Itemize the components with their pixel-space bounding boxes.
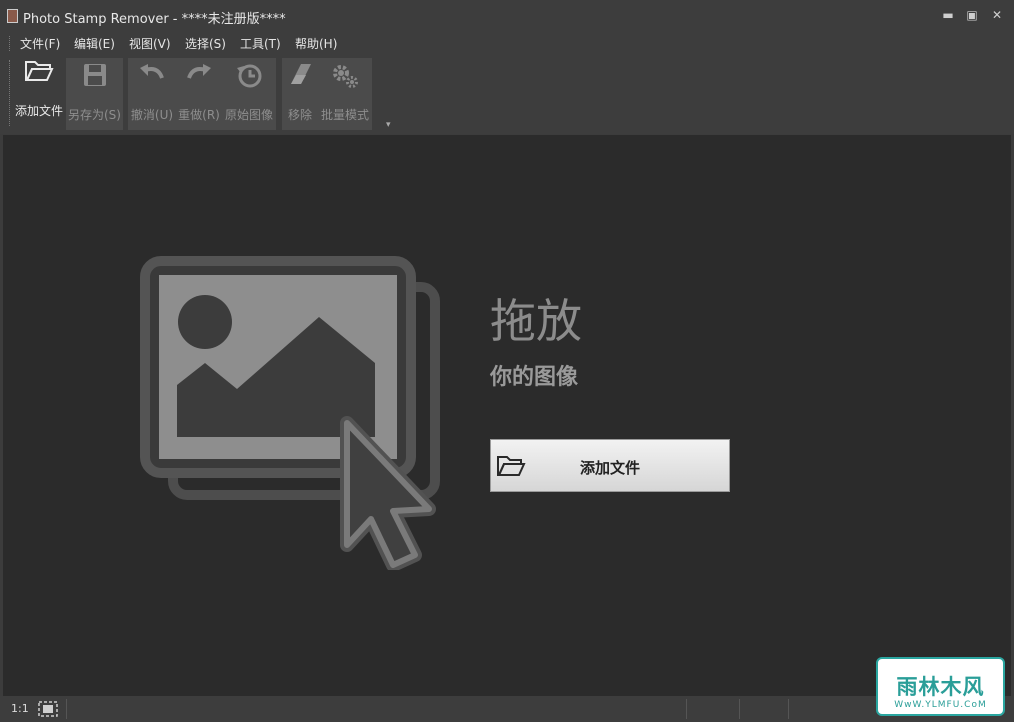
toolbar-group-history: 撤消(U) 重做(R) 原始图像: [128, 58, 276, 130]
toolbar-overflow-button[interactable]: ▾: [386, 120, 391, 130]
title-bar: Photo Stamp Remover - ****未注册版**** ▬ ▣ ✕: [0, 0, 1014, 32]
fit-to-window-icon[interactable]: [38, 701, 58, 721]
watermark-url: WwW.YLMFU.CoM: [894, 700, 987, 710]
status-divider: [686, 699, 687, 719]
remove-label: 移除: [287, 108, 312, 122]
batch-mode-label: 批量模式: [320, 108, 369, 122]
menu-edit[interactable]: 编辑(E): [74, 35, 115, 52]
zoom-actual-size-button[interactable]: 1:1: [11, 702, 29, 715]
toolbar: 添加文件 另存为(S) 撤消(U) 重做(R) 原始图像 移除 批量模式 ▾: [0, 54, 1014, 134]
folder-open-icon: [24, 58, 54, 88]
minimize-button[interactable]: ▬: [938, 6, 958, 24]
status-bar: 1:1: [0, 696, 1014, 722]
undo-label: 撤消(U): [130, 108, 174, 122]
status-divider: [739, 699, 740, 719]
close-button[interactable]: ✕: [987, 6, 1007, 24]
eraser-icon: [287, 62, 313, 92]
add-file-toolbar-label: 添加文件: [14, 104, 63, 118]
drop-zone[interactable]: 拖放 你的图像 添加文件: [3, 135, 1011, 696]
gears-icon: [330, 62, 360, 94]
menu-bar: 文件(F) 编辑(E) 视图(V) 选择(S) 工具(T) 帮助(H): [0, 32, 1014, 54]
undo-icon: [138, 62, 166, 92]
toolbar-group-tools: 移除 批量模式: [282, 58, 372, 130]
status-divider: [66, 699, 67, 719]
menu-select[interactable]: 选择(S): [185, 35, 226, 52]
history-icon: [235, 62, 263, 92]
add-file-button-label: 添加文件: [579, 459, 640, 477]
menu-help[interactable]: 帮助(H): [295, 35, 337, 52]
remove-button[interactable]: 移除: [282, 58, 318, 130]
maximize-button[interactable]: ▣: [962, 6, 982, 24]
status-divider: [788, 699, 789, 719]
drop-title: 拖放: [490, 294, 582, 348]
drop-subtitle: 你的图像: [490, 365, 579, 390]
app-icon: [7, 9, 18, 23]
add-file-button[interactable]: 添加文件: [490, 439, 730, 492]
save-as-label: 另存为(S): [68, 108, 121, 122]
menu-tools[interactable]: 工具(T): [240, 35, 281, 52]
menu-file[interactable]: 文件(F): [20, 35, 60, 52]
watermark-text: 雨林木风: [896, 675, 985, 699]
redo-label: 重做(R): [178, 108, 220, 122]
window-title: Photo Stamp Remover - ****未注册版****: [23, 12, 286, 27]
drop-image-illustration: [139, 255, 444, 574]
save-icon: [82, 62, 108, 92]
undo-button[interactable]: 撤消(U): [128, 58, 176, 130]
toolbar-group-save: 另存为(S): [66, 58, 123, 130]
save-as-button[interactable]: 另存为(S): [66, 58, 123, 130]
redo-button[interactable]: 重做(R): [176, 58, 222, 130]
menu-view[interactable]: 视图(V): [129, 35, 171, 52]
original-image-label: 原始图像: [224, 108, 273, 122]
redo-icon: [185, 62, 213, 92]
add-file-toolbar-button[interactable]: 添加文件: [12, 54, 66, 126]
original-image-button[interactable]: 原始图像: [222, 58, 276, 130]
batch-mode-button[interactable]: 批量模式: [318, 58, 372, 130]
menu-grip: [9, 36, 12, 51]
watermark-logo: 雨林木风 WwW.YLMFU.CoM: [876, 657, 1005, 716]
